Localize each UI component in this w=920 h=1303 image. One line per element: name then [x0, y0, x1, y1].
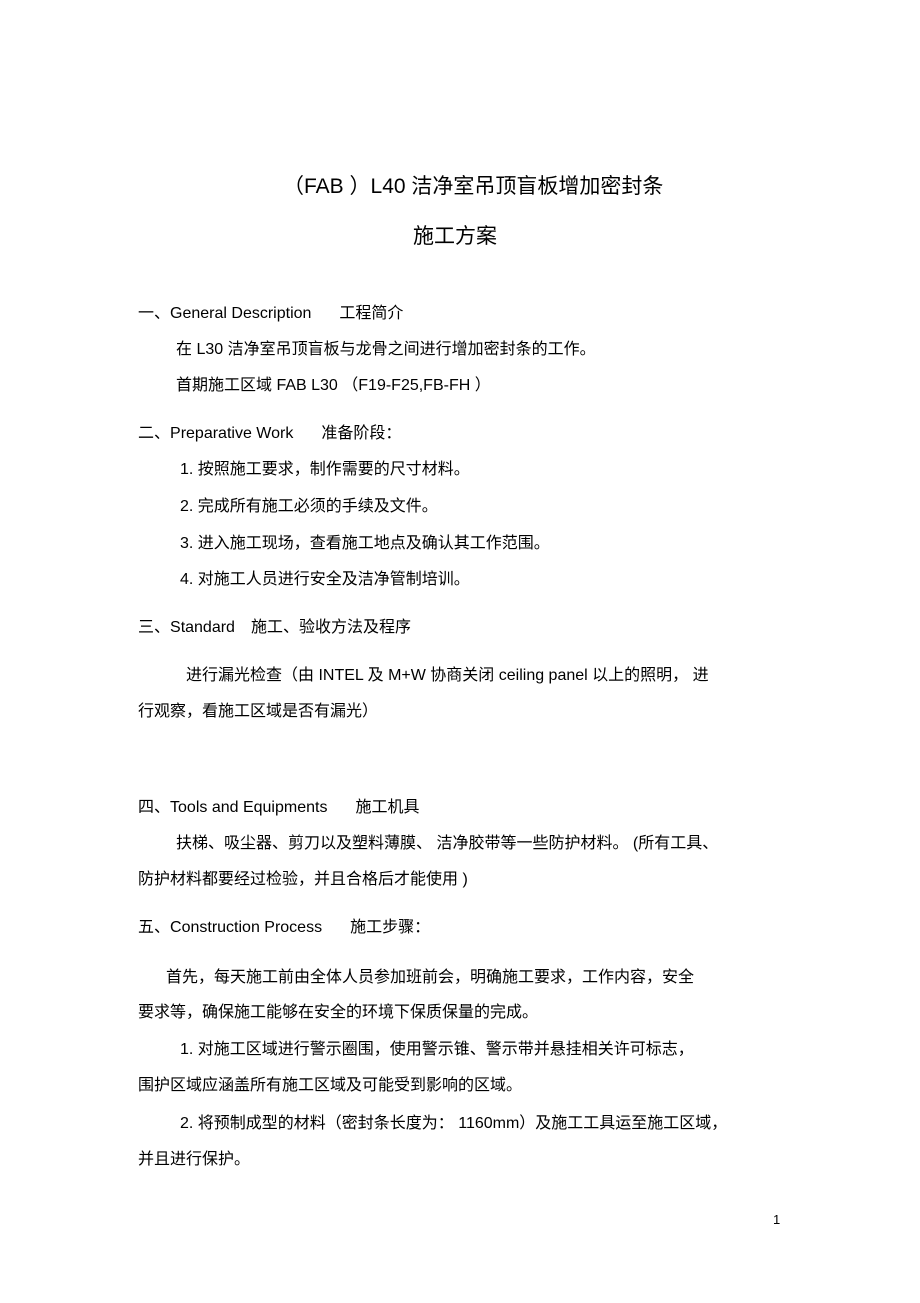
section-number: 三、 — [138, 619, 171, 636]
section-title-cn: 准备阶段： — [321, 425, 402, 442]
list-item: 1. 按照施工要求，制作需要的尺寸材料。 — [180, 461, 470, 478]
paragraph-line: 扶梯、吸尘器、剪刀以及塑料薄膜、 洁净胶带等一些防护材料。 (所有工具、 — [176, 835, 719, 852]
section-title-en: General Description — [170, 305, 312, 322]
list-item: 4. 对施工人员进行安全及洁净管制培训。 — [180, 571, 470, 588]
paragraph-line: 2. 将预制成型的材料（密封条长度为： 1160mm）及施工工具运至施工区域， — [180, 1115, 728, 1132]
section-title-en: Preparative Work — [170, 425, 294, 442]
section-title-en: Construction Process — [170, 919, 323, 936]
paragraph-line: 并且进行保护。 — [138, 1151, 251, 1168]
paragraph-line: 在 L30 洁净室吊顶盲板与龙骨之间进行增加密封条的工作。 — [176, 341, 596, 358]
section-title-cn: 工程简介 — [339, 305, 404, 322]
section-number: 五、 — [138, 919, 171, 936]
section-number: 一、 — [138, 305, 171, 322]
list-item: 2. 完成所有施工必须的手续及文件。 — [180, 498, 438, 515]
section-heading-standard: 三、Standard 施工、验收方法及程序 — [138, 618, 411, 638]
section-title-cn: 施工机具 — [355, 799, 420, 816]
paragraph-line: 1. 对施工区域进行警示圈围，使用警示锥、警示带并悬挂相关许可标志， — [180, 1041, 694, 1058]
section-heading-general-description: 一、General Description 工程简介 — [138, 304, 403, 324]
paragraph-line: 进行漏光检查（由 INTEL 及 M+W 协商关闭 ceiling panel … — [186, 667, 709, 684]
paragraph-line: 首期施工区域 FAB L30 （F19-F25,FB-FH ） — [176, 377, 491, 394]
section-heading-preparative-work: 二、Preparative Work 准备阶段： — [138, 424, 401, 444]
paragraph-line: 要求等，确保施工能够在安全的环境下保质保量的完成。 — [138, 1004, 539, 1021]
section-title-cn: 施工、验收方法及程序 — [250, 619, 411, 636]
page-number: 1 — [773, 1212, 781, 1227]
paragraph-line: 围护区域应涵盖所有施工区域及可能受到影响的区域。 — [138, 1077, 523, 1094]
section-heading-construction-process: 五、Construction Process 施工步骤： — [138, 918, 430, 938]
section-number: 二、 — [138, 425, 171, 442]
section-heading-tools-and-equipments: 四、Tools and Equipments 施工机具 — [138, 798, 419, 818]
list-item: 3. 进入施工现场，查看施工地点及确认其工作范围。 — [180, 535, 550, 552]
paragraph-line: 行观察，看施工区域是否有漏光） — [138, 703, 379, 720]
document-title: （FAB ）L40 洁净室吊顶盲板增加密封条 — [283, 175, 664, 198]
document-subtitle: 施工方案 — [413, 225, 497, 248]
section-title-en: Tools and Equipments — [170, 799, 328, 816]
paragraph-line: 首先，每天施工前由全体人员参加班前会，明确施工要求，工作内容，安全 — [166, 969, 695, 986]
section-title-cn: 施工步骤： — [350, 919, 431, 936]
paragraph-line: 防护材料都要经过检验，并且合格后才能使用 ) — [138, 871, 468, 888]
section-number: 四、 — [138, 799, 171, 816]
section-title-en: Standard — [170, 619, 235, 636]
